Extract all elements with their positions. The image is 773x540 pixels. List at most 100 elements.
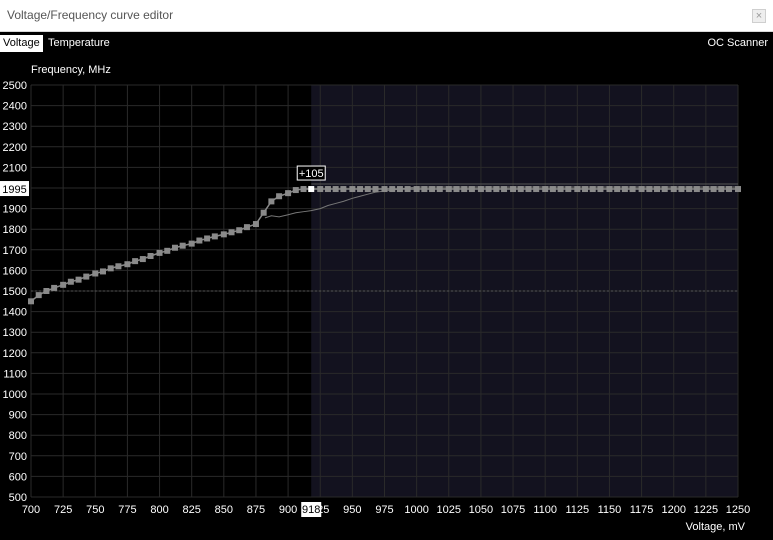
y-tick-label: 2200 [3, 142, 27, 154]
y-tick-label: 700 [9, 451, 27, 463]
curve-point [67, 278, 74, 285]
curve-point [517, 186, 524, 193]
curve-point [357, 186, 364, 193]
curve-point [364, 186, 371, 193]
curve-point [340, 186, 347, 193]
curve-point [92, 270, 99, 277]
curve-point [211, 233, 218, 240]
curve-point [533, 186, 540, 193]
curve-point [678, 186, 685, 193]
curve-point [220, 231, 227, 238]
y-tick-label: 2300 [3, 121, 27, 133]
curve-point [542, 186, 549, 193]
curve-point [638, 186, 645, 193]
curve-point [381, 186, 388, 193]
curve-point [164, 247, 171, 254]
curve-point [43, 288, 50, 294]
curve-point [549, 186, 556, 193]
curve-point [461, 186, 468, 193]
curve-point [501, 186, 508, 193]
x-tick-label: 1225 [694, 504, 718, 516]
curve-point [557, 186, 564, 193]
curve-point [413, 186, 420, 193]
x-tick-label: 700 [22, 504, 40, 516]
curve-point [389, 186, 396, 193]
curve-point [702, 186, 709, 193]
y-tick-label: 1700 [3, 245, 27, 257]
curve-point [51, 284, 58, 291]
curve-point [35, 292, 42, 299]
locked-frequency-label: 1995 [2, 184, 26, 196]
x-tick-label: 1075 [501, 504, 525, 516]
curve-point [147, 252, 154, 259]
locked-voltage-label: 918 [302, 504, 320, 516]
curve-point [99, 268, 106, 275]
x-tick-label: 875 [247, 504, 265, 516]
y-tick-label: 1600 [3, 265, 27, 277]
curve-point [28, 298, 34, 305]
x-tick-label: 950 [343, 504, 361, 516]
curve-point [693, 186, 700, 193]
curve-point [468, 186, 475, 193]
curve-point [718, 186, 725, 193]
curve-point [332, 186, 339, 193]
curve-point [317, 186, 324, 193]
x-tick-label: 775 [118, 504, 136, 516]
curve-point [597, 186, 604, 193]
x-tick-label: 900 [279, 504, 297, 516]
curve-point [453, 186, 460, 193]
vf-curve-chart[interactable]: 500 600 700 800 900 1000 1100 1200 1300 1400 1500 1… [0, 0, 773, 540]
curve-point [300, 186, 307, 193]
curve-point [115, 263, 122, 270]
curve-point [372, 186, 379, 193]
curve-point [726, 186, 733, 193]
curve-point [139, 256, 146, 263]
x-tick-label: 1175 [630, 504, 654, 516]
curve-point [485, 186, 492, 193]
curve-point [614, 186, 621, 193]
x-tick-label: 850 [215, 504, 233, 516]
x-tick-label: 1050 [469, 504, 493, 516]
y-tick-label: 1900 [3, 204, 27, 216]
x-tick-label: 1250 [726, 504, 750, 516]
curve-point [179, 242, 186, 249]
y-tick-label: 2400 [3, 101, 27, 113]
curve-point [686, 186, 693, 193]
curve-point [171, 244, 178, 251]
curve-point [396, 186, 403, 193]
y-tick-label: 500 [9, 492, 27, 504]
curve-point [196, 237, 203, 244]
y-tick-label: 1000 [3, 389, 27, 401]
y-tick-label: 600 [9, 471, 27, 483]
offset-label: +105 [299, 168, 324, 180]
y-tick-label: 1800 [3, 224, 27, 236]
curve-point [606, 186, 613, 193]
curve-point [661, 186, 668, 193]
y-tick-label: 2500 [3, 80, 27, 92]
curve-point [621, 186, 628, 193]
y-tick-label: 900 [9, 410, 27, 422]
x-tick-label: 800 [150, 504, 168, 516]
curve-point [670, 186, 677, 193]
curve-point [421, 186, 428, 193]
curve-point [228, 229, 235, 236]
curve-point [188, 240, 195, 247]
curve-point [156, 249, 163, 256]
curve-point [124, 261, 131, 268]
x-tick-label: 1150 [598, 504, 622, 516]
curve-point [268, 198, 275, 205]
x-tick-label: 1200 [661, 504, 685, 516]
x-tick-label: 725 [54, 504, 72, 516]
curve-point [132, 258, 139, 265]
x-tick-label: 1100 [533, 504, 557, 516]
curve-point [445, 186, 452, 193]
curve-point [589, 186, 596, 193]
curve-point [429, 186, 436, 193]
curve-point [646, 186, 653, 193]
curve-point [735, 186, 741, 193]
curve-point [276, 193, 283, 200]
y-tick-label: 1200 [3, 348, 27, 360]
y-tick-label: 1400 [3, 307, 27, 319]
curve-point [260, 209, 267, 216]
curve-point [324, 186, 331, 193]
